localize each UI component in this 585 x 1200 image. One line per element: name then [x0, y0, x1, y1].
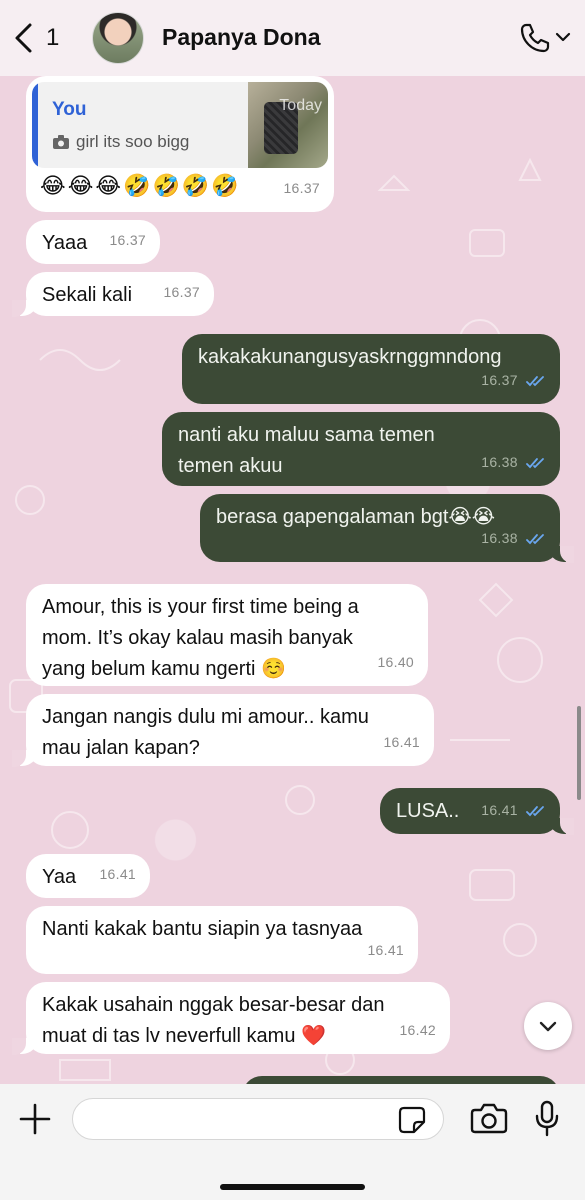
- message-time: 16.41: [367, 942, 404, 958]
- message-time: 16.42: [399, 1022, 436, 1038]
- back-button[interactable]: 1: [12, 22, 59, 54]
- reply-message-bubble[interactable]: You girl its soo bigg Today 😂😂😂🤣🤣🤣🤣 16.3…: [26, 76, 334, 212]
- camera-button[interactable]: [470, 1102, 508, 1139]
- message-time: 16.38: [481, 530, 518, 546]
- message-bubble[interactable]: Kakak usahain nggak besar-besar dan muat…: [12, 982, 450, 1055]
- chevron-down-icon: [539, 1021, 557, 1032]
- quoted-message[interactable]: You girl its soo bigg Today: [32, 82, 328, 168]
- quote-text-row: girl its soo bigg: [52, 126, 189, 157]
- message-time: 16.37: [163, 284, 200, 300]
- unread-count: 1: [46, 24, 60, 51]
- voice-call-button[interactable]: [519, 22, 551, 59]
- message-time: 16.41: [99, 866, 136, 882]
- message-text: nanti aku maluu sama temen temen akuu: [178, 424, 435, 477]
- microphone-icon: [535, 1100, 559, 1137]
- read-receipt-icon: [526, 458, 544, 469]
- chat-header: 1 Papanya Dona: [0, 0, 585, 76]
- message-text: kakakakunangusyaskrnggmndong: [198, 346, 502, 368]
- message-text: Nanti kakak bantu siapin ya tasnyaa: [42, 918, 363, 940]
- message-time: 16.41: [481, 802, 518, 818]
- message-meta: 16.37: [481, 365, 546, 396]
- quote-author: You: [52, 99, 87, 120]
- contact-name[interactable]: Papanya Dona: [162, 24, 321, 51]
- read-receipt-icon: [526, 806, 544, 817]
- message-bubble[interactable]: kakakakunangusyaskrnggmndong 16.37: [182, 334, 560, 404]
- message-bubble[interactable]: Amour, this is your first time being a m…: [26, 584, 428, 686]
- message-bubble[interactable]: berasa gapengalaman bgt😭😭 16.38: [200, 494, 574, 563]
- plus-icon: [19, 1103, 51, 1135]
- message-text: LUSA..: [396, 800, 460, 822]
- message-composer: [0, 1084, 585, 1200]
- message-time: 16.38: [481, 454, 518, 470]
- quoted-photo-thumbnail[interactable]: Today: [248, 82, 328, 168]
- message-time: 16.41: [383, 734, 420, 750]
- scrollbar[interactable]: [577, 706, 581, 800]
- message-input[interactable]: [72, 1098, 444, 1140]
- message-bubble[interactable]: nanti aku maluu sama temen temen akuu 16…: [162, 412, 560, 486]
- message-text: Jangan nangis dulu mi amour.. kamu mau j…: [42, 706, 369, 759]
- attach-button[interactable]: [18, 1102, 52, 1141]
- message-text: Yaaa: [42, 232, 88, 254]
- read-receipt-icon: [526, 376, 544, 387]
- message-bubble[interactable]: Nanti kakak bantu siapin ya tasnyaa 16.4…: [26, 906, 418, 974]
- message-time: 16.40: [377, 654, 414, 670]
- message-text: 😂😂😂🤣🤣🤣🤣: [40, 173, 241, 198]
- sticker-button[interactable]: [398, 1106, 426, 1139]
- quote-text: girl its soo bigg: [76, 132, 190, 151]
- message-bubble[interactable]: LUSA.. 16.41: [380, 788, 574, 835]
- message-bubble[interactable]: Sekali kali 16.37: [12, 272, 214, 317]
- message-time: 16.37: [109, 232, 146, 248]
- message-text: Yaa: [42, 866, 77, 888]
- quote-accent-bar: [32, 82, 38, 168]
- message-time: 16.37: [481, 372, 518, 388]
- message-bubble[interactable]: Yaaa 16.37: [26, 220, 160, 264]
- phone-icon: [520, 23, 550, 53]
- message-text: berasa gapengalaman bgt😭😭: [216, 506, 496, 528]
- voice-message-button[interactable]: [534, 1100, 560, 1143]
- message-text: Sekali kali: [42, 284, 133, 306]
- photo-date-stamp: Today: [279, 97, 322, 114]
- camera-icon: [53, 134, 69, 149]
- message-text: Amour, this is your first time being a m…: [42, 596, 359, 680]
- camera-icon: [470, 1103, 508, 1134]
- scroll-to-bottom-button[interactable]: [524, 1002, 572, 1050]
- message-bubble[interactable]: Jangan nangis dulu mi amour.. kamu mau j…: [12, 694, 434, 767]
- message-meta: 16.38: [481, 447, 546, 478]
- call-menu-button[interactable]: [555, 30, 571, 48]
- chevron-down-icon: [555, 32, 571, 42]
- chevron-left-icon: [15, 23, 32, 53]
- message-meta: 16.38: [481, 523, 546, 554]
- message-bubble[interactable]: Yaa 16.41: [26, 854, 150, 898]
- message-meta: 16.41: [481, 795, 546, 826]
- sticker-icon: [398, 1106, 426, 1134]
- read-receipt-icon: [526, 534, 544, 545]
- message-text: Kakak usahain nggak besar-besar dan muat…: [42, 994, 385, 1047]
- contact-avatar[interactable]: [92, 12, 144, 64]
- home-indicator[interactable]: [220, 1184, 365, 1190]
- message-time: 16.37: [283, 180, 320, 196]
